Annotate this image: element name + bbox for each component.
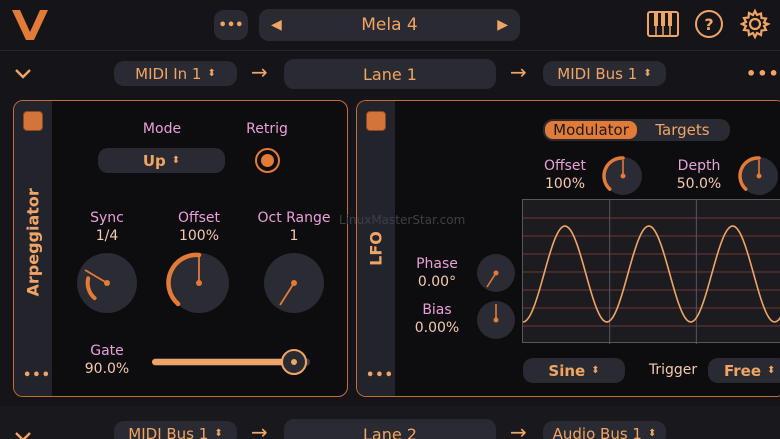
gate-value: 90.0% [84,361,130,377]
offset-knob[interactable] [166,252,229,313]
arpeggiator-enable-checkbox[interactable] [23,111,43,131]
arrow-right-icon: → [251,420,268,439]
mode-label: Mode [142,121,182,137]
preset-name: Mela 4 [361,15,418,35]
settings-gear-icon[interactable] [739,8,771,40]
lfo-offset-value: 100% [544,176,586,192]
arrow-right-icon: → [510,420,527,439]
sync-value: 1/4 [95,228,119,244]
lane1-input-select[interactable]: MIDI In 1 ⬍ [114,61,237,86]
lfo-depth-value: 50.0% [676,176,722,192]
lane1-name: Lane 1 [363,64,417,84]
sync-label: Sync [90,210,124,226]
lfo-offset-knob[interactable] [602,156,642,195]
retrig-label: Retrig [246,121,288,137]
preset-selector[interactable]: ◀ Mela 4 ▶ [259,9,520,41]
lane1-output-label: MIDI Bus 1 [557,64,638,83]
lfo-waveform-display [522,199,780,344]
gate-slider[interactable] [152,349,310,375]
lane1-more-button[interactable]: ••• [746,64,780,83]
lfo-more-button[interactable]: ••• [366,368,394,383]
gate-label: Gate [90,343,124,359]
tab-targets[interactable]: Targets [637,121,728,139]
updown-caret-icon: ⬍ [171,155,181,166]
arpeggiator-panel: Arpeggiator ••• Mode Up ⬍ Retrig Sync 1/4… [13,100,348,397]
arpeggiator-title: Arpeggiator [23,188,43,297]
retrig-indicator [261,154,274,167]
trigger-value: Free [724,361,762,380]
lane2-name: Lane 2 [363,424,417,439]
arpeggiator-more-button[interactable]: ••• [23,368,51,383]
offset-value: 100% [178,228,220,244]
updown-caret-icon: ⬍ [207,68,216,79]
mode-value: Up [142,151,166,170]
lane1-collapse-chevron-icon[interactable] [14,66,32,80]
lane2-collapse-chevron-icon[interactable] [14,427,32,439]
oct-range-label: Oct Range [257,210,331,226]
lfo-phase-label: Phase [416,256,458,272]
lane1-input-label: MIDI In 1 [135,64,202,83]
help-icon: ? [704,14,714,34]
lfo-tab-bar: Modulator Targets [543,119,730,141]
lane1-output-select[interactable]: MIDI Bus 1 ⬍ [543,61,666,86]
lane1-name-field[interactable]: Lane 1 [284,59,496,89]
oct-range-knob[interactable] [264,253,324,313]
next-preset-button[interactable]: ▶ [497,17,508,33]
lfo-waveform-graph [522,200,780,344]
lane2-input-label: MIDI Bus 1 [128,424,209,439]
lfo-offset-label: Offset [543,158,587,174]
arrow-right-icon: → [510,60,527,84]
lfo-depth-label: Depth [677,158,721,174]
arrow-right-icon: → [251,60,268,84]
lfo-enable-checkbox[interactable] [366,111,386,131]
preset-more-button[interactable]: ••• [214,10,248,40]
updown-caret-icon: ⬍ [647,428,657,439]
offset-label: Offset [177,210,221,226]
help-button[interactable]: ? [695,10,723,38]
app-logo [10,6,50,42]
more-icon: ••• [218,17,244,33]
lfo-panel: LFO ••• Modulator Targets Offset 100% De… [356,100,780,397]
lfo-bias-value: 0.00% [414,320,460,336]
lane2-output-label: Audio Bus 1 [552,424,642,439]
updown-caret-icon: ⬍ [767,365,776,376]
lfo-phase-knob[interactable] [477,254,515,292]
waveform-select[interactable]: Sine ⬍ [523,358,625,383]
updown-caret-icon: ⬍ [643,68,652,79]
header-divider [0,50,780,51]
keyboard-icon[interactable] [647,10,679,38]
oct-range-value: 1 [289,228,299,244]
updown-caret-icon: ⬍ [214,428,223,439]
lfo-phase-value: 0.00° [417,274,457,290]
lane2-output-select[interactable]: Audio Bus 1 ⬍ [543,421,666,439]
lfo-bias-knob[interactable] [477,301,515,339]
gate-slider-thumb[interactable] [281,349,308,375]
lfo-depth-knob[interactable] [738,156,778,195]
trigger-select[interactable]: Free ⬍ [708,358,780,383]
updown-caret-icon: ⬍ [591,365,600,376]
sync-knob[interactable] [77,253,137,313]
lane2-name-field[interactable]: Lane 2 [284,419,496,439]
watermark: LinuxMasterStar.com [339,213,466,227]
retrig-toggle[interactable] [255,148,280,173]
tab-modulator[interactable]: Modulator [545,121,637,139]
gate-slider-fill [152,359,295,365]
waveform-value: Sine [548,361,586,380]
lfo-bias-label: Bias [422,302,452,318]
lane2-input-select[interactable]: MIDI Bus 1 ⬍ [114,421,237,439]
trigger-label: Trigger [648,362,698,378]
mode-select[interactable]: Up ⬍ [98,148,225,173]
prev-preset-button[interactable]: ◀ [271,17,282,33]
lfo-title: LFO [366,231,386,266]
